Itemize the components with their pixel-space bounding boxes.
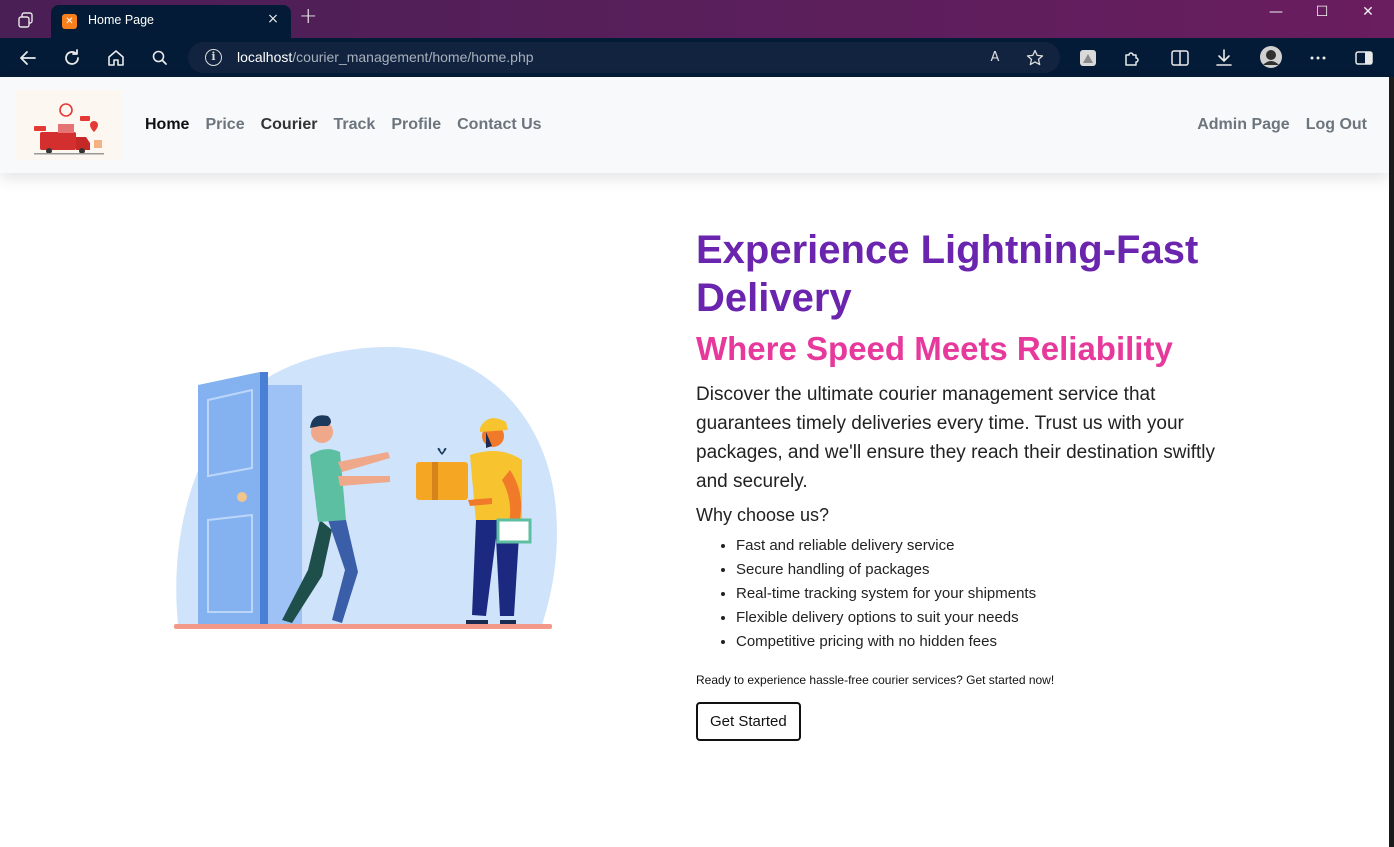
- list-item: Secure handling of packages: [736, 558, 1256, 582]
- search-icon[interactable]: [149, 47, 171, 69]
- page-scrollbar[interactable]: [1389, 77, 1394, 847]
- xampp-favicon-icon: ✕: [62, 14, 77, 29]
- list-item: Competitive pricing with no hidden fees: [736, 630, 1256, 654]
- hero-subtitle: Where Speed Meets Reliability: [696, 330, 1173, 367]
- tab-title: Home Page: [88, 13, 155, 27]
- browser-titlebar: ✕ Home Page × + — ☐ ✕: [0, 0, 1394, 38]
- extensions-puzzle-icon[interactable]: [1121, 47, 1143, 69]
- hero-content: Experience Lightning-Fast Delivery Where…: [696, 226, 1256, 741]
- new-tab-button[interactable]: +: [299, 6, 317, 28]
- maximize-button[interactable]: ☐: [1309, 4, 1335, 24]
- minimize-button[interactable]: —: [1263, 4, 1289, 24]
- tab-close-icon[interactable]: ×: [264, 11, 282, 27]
- nav-link-courier[interactable]: Courier: [261, 116, 318, 134]
- extension-app-icon[interactable]: [1077, 47, 1099, 69]
- delivery-illustration: [174, 347, 557, 629]
- nav-link-log-out[interactable]: Log Out: [1306, 116, 1367, 134]
- nav-link-admin-page[interactable]: Admin Page: [1197, 116, 1289, 134]
- home-icon[interactable]: [105, 47, 127, 69]
- read-aloud-icon[interactable]: A: [985, 48, 1005, 68]
- refresh-icon[interactable]: [61, 47, 83, 69]
- cta-text: Ready to experience hassle-free courier …: [696, 673, 1055, 687]
- address-bar[interactable]: i localhost/courier_management/home/home…: [188, 42, 1060, 73]
- nav-link-contact-us[interactable]: Contact Us: [457, 116, 541, 134]
- nav-link-price[interactable]: Price: [205, 116, 244, 134]
- hero-title: Experience Lightning-Fast Delivery: [696, 228, 1199, 320]
- browser-tab[interactable]: ✕ Home Page ×: [51, 5, 291, 38]
- list-item: Flexible delivery options to suit your n…: [736, 606, 1256, 630]
- site-navbar: Home Price Courier Track Profile Contact…: [0, 77, 1389, 173]
- nav-link-home[interactable]: Home: [145, 116, 189, 134]
- more-options-icon[interactable]: [1307, 47, 1329, 69]
- list-item: Real-time tracking system for your shipm…: [736, 582, 1256, 606]
- download-icon[interactable]: [1213, 47, 1235, 69]
- split-screen-icon[interactable]: [1169, 47, 1191, 69]
- profile-avatar-icon[interactable]: [1259, 45, 1283, 69]
- hero-description: Discover the ultimate courier management…: [696, 384, 1216, 492]
- get-started-button[interactable]: Get Started: [696, 702, 801, 741]
- nav-link-profile[interactable]: Profile: [391, 116, 441, 134]
- list-item: Fast and reliable delivery service: [736, 534, 1256, 558]
- sidebar-toggle-icon[interactable]: [1353, 47, 1375, 69]
- url-text[interactable]: localhost/courier_management/home/home.p…: [237, 49, 534, 65]
- site-info-icon[interactable]: i: [205, 49, 222, 66]
- courier-logo[interactable]: [16, 90, 122, 160]
- favorite-star-icon[interactable]: [1025, 48, 1045, 68]
- browser-toolbar: i localhost/courier_management/home/home…: [0, 38, 1394, 77]
- why-choose-heading: Why choose us?: [696, 505, 830, 525]
- nav-link-track[interactable]: Track: [334, 116, 376, 134]
- workspaces-icon[interactable]: [17, 11, 35, 29]
- back-icon[interactable]: [17, 47, 39, 69]
- reasons-list: Fast and reliable delivery service Secur…: [736, 534, 1256, 654]
- window-close-button[interactable]: ✕: [1355, 4, 1381, 24]
